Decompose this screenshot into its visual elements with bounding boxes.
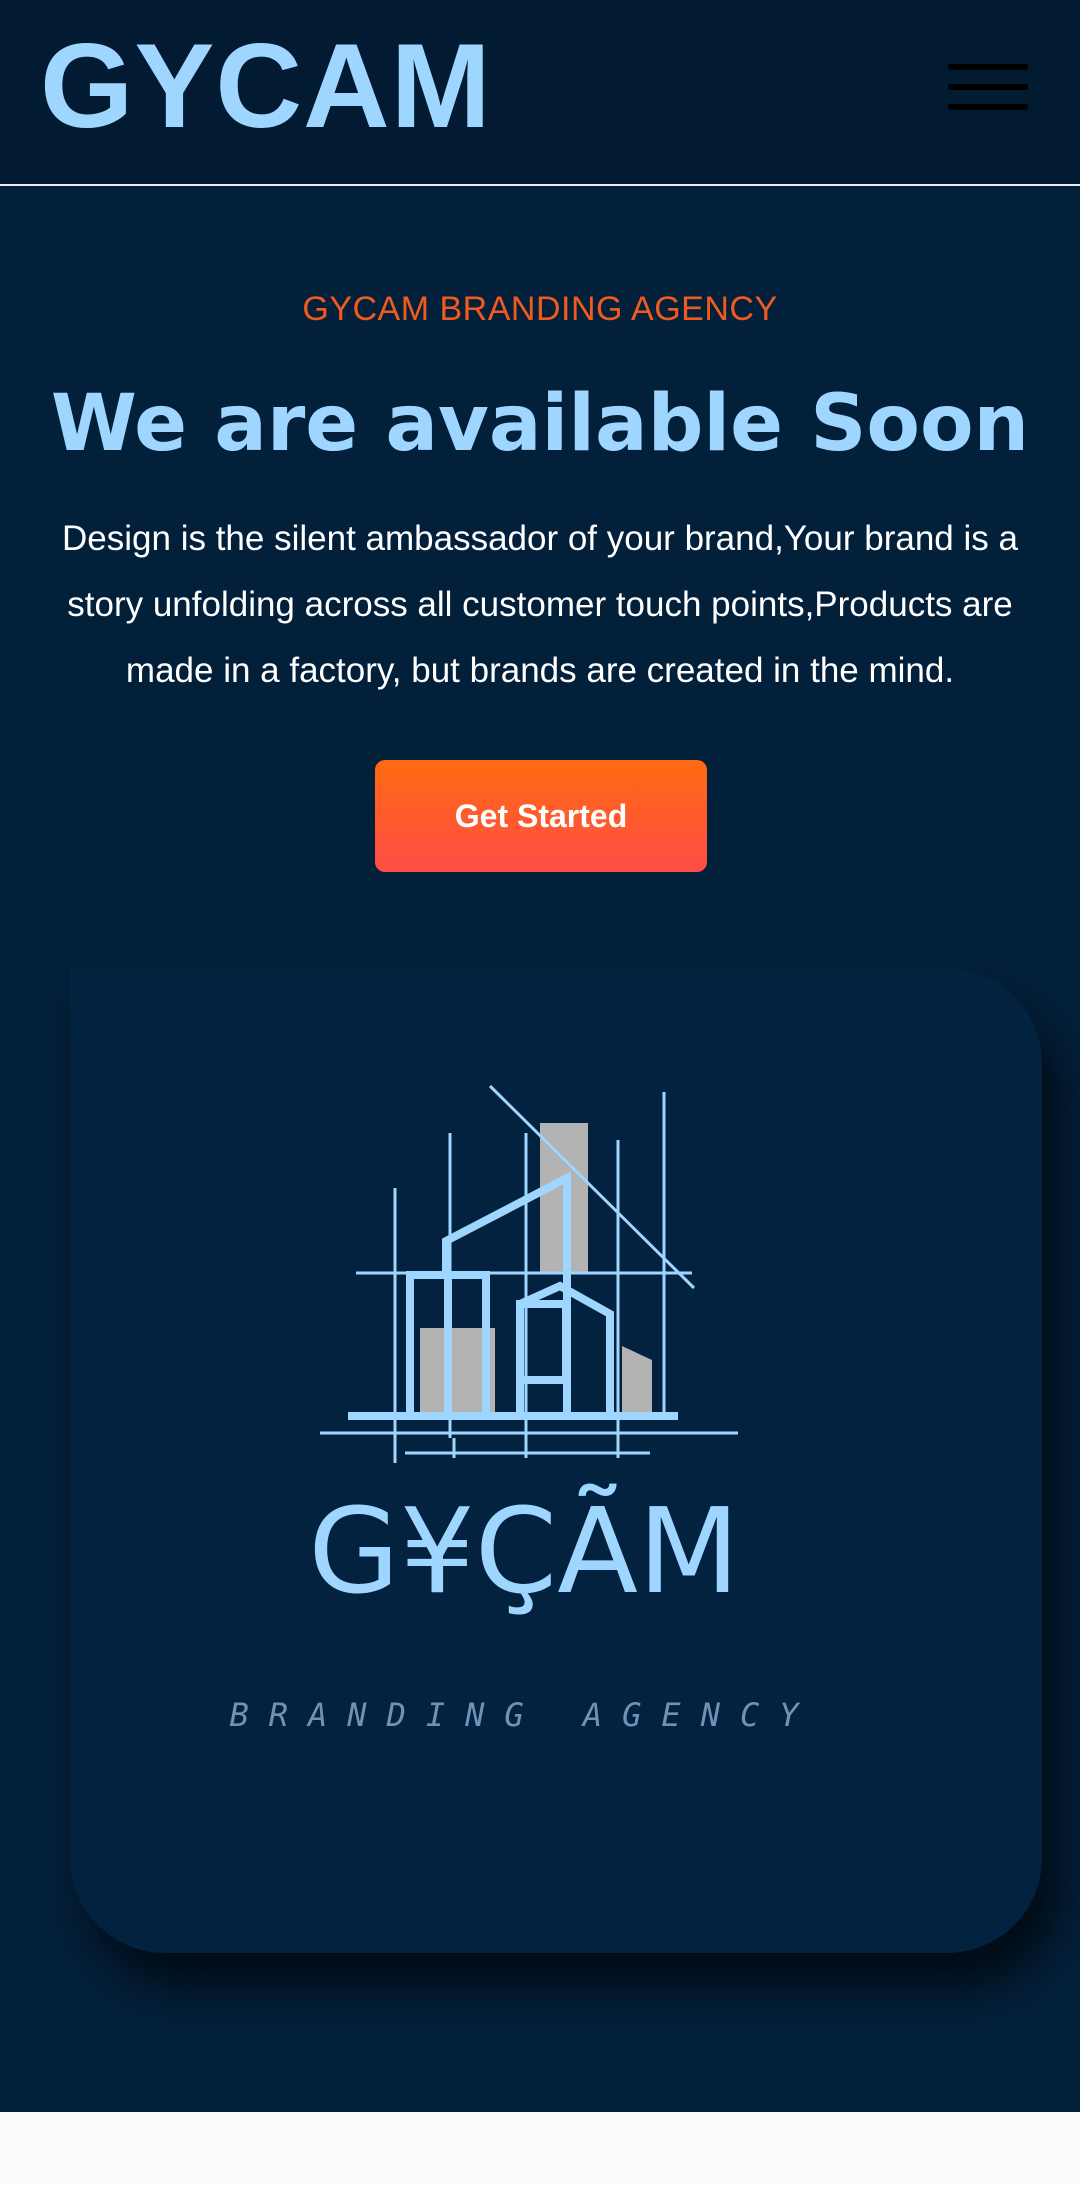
menu-bar — [948, 64, 1028, 70]
logo-card: G¥ÇÃM BRANDING AGENCY — [70, 968, 1042, 1953]
menu-bar — [948, 84, 1028, 90]
hero-description: Design is the silent ambassador of your … — [62, 519, 1018, 690]
hamburger-menu-icon[interactable] — [948, 60, 1032, 114]
brand-logo-text[interactable]: GYCAM — [40, 22, 492, 150]
building-sketch-logo-icon — [320, 1084, 738, 1463]
site-header: GYCAM — [0, 0, 1080, 186]
menu-bar — [948, 104, 1028, 110]
footer-strip — [0, 2112, 1080, 2185]
get-started-button[interactable]: Get Started — [375, 760, 707, 872]
logo-tagline: BRANDING AGENCY — [229, 1696, 819, 1734]
hero-headline: We are available Soon — [50, 379, 1030, 469]
hero-eyebrow: GYCAM BRANDING AGENCY — [302, 290, 778, 328]
logo-wordmark: G¥ÇÃM — [308, 1482, 740, 1620]
